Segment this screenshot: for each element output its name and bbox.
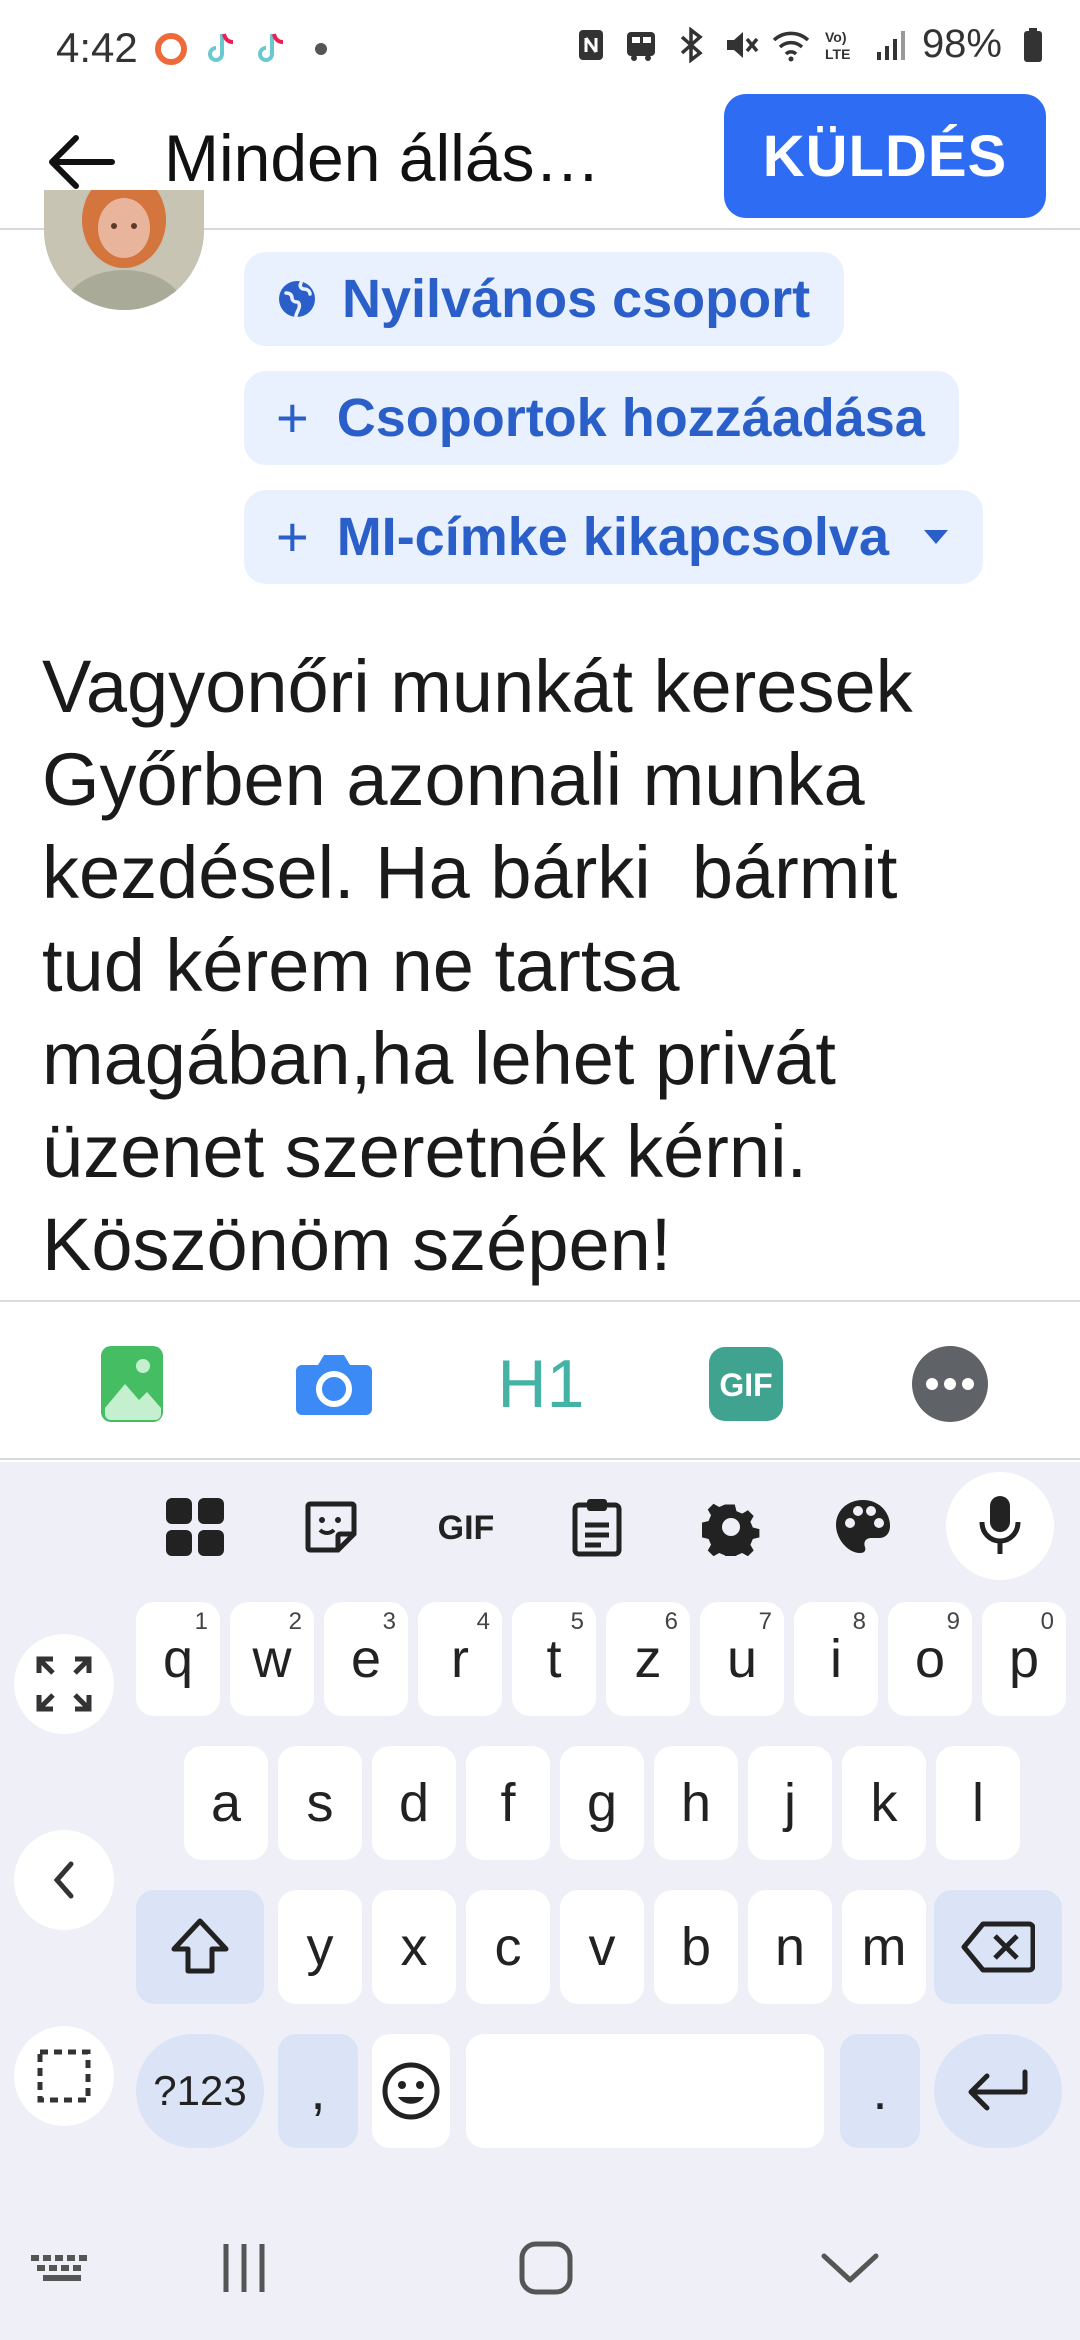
plus-icon: + bbox=[276, 386, 309, 449]
svg-text:LTE: LTE bbox=[825, 46, 850, 62]
heading-icon[interactable]: H1 bbox=[496, 1342, 586, 1426]
space-key[interactable] bbox=[466, 2034, 824, 2148]
send-button[interactable]: KÜLDÉS bbox=[724, 94, 1046, 218]
notification-icons bbox=[152, 30, 340, 68]
key-q[interactable]: 1q bbox=[136, 1602, 220, 1716]
clipboard-icon[interactable] bbox=[562, 1492, 632, 1562]
key-x[interactable]: x bbox=[372, 1890, 456, 2004]
caret-down-icon bbox=[923, 524, 949, 550]
emoji-icon bbox=[382, 2062, 440, 2120]
back-down-icon[interactable] bbox=[810, 2236, 890, 2300]
home-icon[interactable] bbox=[506, 2236, 586, 2300]
key-f[interactable]: f bbox=[466, 1746, 550, 1860]
mic-icon bbox=[979, 1496, 1021, 1554]
period-key[interactable]: . bbox=[840, 2034, 920, 2148]
key-i[interactable]: 8i bbox=[794, 1602, 878, 1716]
apps-icon[interactable] bbox=[160, 1492, 230, 1562]
key-k[interactable]: k bbox=[842, 1746, 926, 1860]
car-icon bbox=[622, 26, 660, 64]
key-c[interactable]: c bbox=[466, 1890, 550, 2004]
expand-keyboard-button[interactable] bbox=[14, 1634, 114, 1734]
nfc-icon bbox=[572, 26, 610, 64]
battery-icon bbox=[1014, 26, 1052, 64]
settings-icon[interactable] bbox=[696, 1492, 766, 1562]
dot-icon bbox=[302, 30, 340, 68]
visibility-chip[interactable]: Nyilvános csoport bbox=[244, 252, 845, 346]
record-icon bbox=[152, 30, 190, 68]
svg-text:GIF: GIF bbox=[719, 1367, 772, 1403]
battery-percent: 98% bbox=[921, 22, 1002, 66]
enter-key[interactable] bbox=[934, 2034, 1062, 2148]
bluetooth-icon bbox=[672, 26, 710, 64]
selection-icon bbox=[37, 2049, 91, 2103]
key-v[interactable]: v bbox=[560, 1890, 644, 2004]
mic-button[interactable] bbox=[946, 1472, 1054, 1580]
key-z[interactable]: 6z bbox=[606, 1602, 690, 1716]
key-g[interactable]: g bbox=[560, 1746, 644, 1860]
key-j[interactable]: j bbox=[748, 1746, 832, 1860]
key-b[interactable]: b bbox=[654, 1890, 738, 2004]
key-s[interactable]: s bbox=[278, 1746, 362, 1860]
key-a[interactable]: a bbox=[184, 1746, 268, 1860]
symbols-key[interactable]: ?123 bbox=[136, 2034, 264, 2148]
svg-text:Vo): Vo) bbox=[825, 29, 847, 45]
add-groups-label: Csoportok hozzáadása bbox=[336, 388, 925, 448]
key-w[interactable]: 2w bbox=[230, 1602, 314, 1716]
navigation-bar bbox=[0, 2200, 1080, 2340]
key-o[interactable]: 9o bbox=[888, 1602, 972, 1716]
add-groups-chip[interactable]: + Csoportok hozzáadása bbox=[244, 371, 959, 465]
svg-text:GIF: GIF bbox=[438, 1509, 495, 1547]
wifi-icon bbox=[772, 26, 810, 64]
more-icon[interactable] bbox=[908, 1342, 992, 1426]
key-e[interactable]: 3e bbox=[324, 1602, 408, 1716]
system-icons: Vo) LTE 98% bbox=[572, 22, 1052, 67]
comma-key[interactable]: , bbox=[278, 2034, 358, 2148]
keyboard-hide-icon[interactable] bbox=[22, 2236, 102, 2300]
chevron-left-icon bbox=[53, 1861, 74, 1899]
expand-icon bbox=[36, 1656, 92, 1712]
select-mode-button[interactable] bbox=[14, 2026, 114, 2126]
key-d[interactable]: d bbox=[372, 1746, 456, 1860]
recents-icon[interactable] bbox=[204, 2236, 284, 2300]
mute-icon bbox=[722, 26, 760, 64]
sticker-icon[interactable] bbox=[296, 1492, 366, 1562]
emoji-key[interactable] bbox=[372, 2034, 450, 2148]
avatar bbox=[44, 190, 204, 310]
visibility-label: Nyilvános csoport bbox=[342, 269, 811, 329]
palette-icon[interactable] bbox=[828, 1492, 898, 1562]
key-h[interactable]: h bbox=[654, 1746, 738, 1860]
key-u[interactable]: 7u bbox=[700, 1602, 784, 1716]
collapse-side-button[interactable] bbox=[14, 1830, 114, 1930]
tiktok-icon bbox=[252, 30, 290, 68]
tiktok-icon bbox=[202, 30, 240, 68]
plus-icon: + bbox=[276, 505, 309, 568]
key-t[interactable]: 5t bbox=[512, 1602, 596, 1716]
key-r[interactable]: 4r bbox=[418, 1602, 502, 1716]
backspace-icon bbox=[961, 1921, 1035, 1973]
arrow-left-icon bbox=[49, 135, 115, 189]
shift-icon bbox=[171, 1918, 229, 1974]
shift-key[interactable] bbox=[136, 1890, 264, 2004]
globe-icon bbox=[276, 278, 318, 320]
status-time: 4:42 bbox=[56, 24, 138, 71]
enter-icon bbox=[968, 2069, 1028, 2111]
key-y[interactable]: y bbox=[278, 1890, 362, 2004]
ai-label-chip[interactable]: + MI-címke kikapcsolva bbox=[244, 490, 983, 584]
key-m[interactable]: m bbox=[842, 1890, 926, 2004]
volte-icon: Vo) LTE bbox=[822, 26, 860, 64]
key-n[interactable]: n bbox=[748, 1890, 832, 2004]
gif-icon[interactable]: GIF bbox=[704, 1342, 788, 1426]
signal-icon bbox=[872, 26, 910, 64]
camera-icon[interactable] bbox=[292, 1342, 376, 1426]
key-l[interactable]: l bbox=[936, 1746, 1020, 1860]
photo-icon[interactable] bbox=[90, 1342, 174, 1426]
composer-toolbar: H1 GIF bbox=[0, 1300, 1080, 1460]
page-title: Minden állás… bbox=[164, 121, 601, 195]
ai-label-text: MI-címke kikapcsolva bbox=[336, 507, 889, 567]
backspace-key[interactable] bbox=[934, 1890, 1062, 2004]
gif-icon[interactable]: GIF bbox=[428, 1492, 504, 1562]
post-text-input[interactable]: Vagyonőri munkát keresek Győrben azonnal… bbox=[42, 640, 1042, 1291]
key-p[interactable]: 0p bbox=[982, 1602, 1066, 1716]
